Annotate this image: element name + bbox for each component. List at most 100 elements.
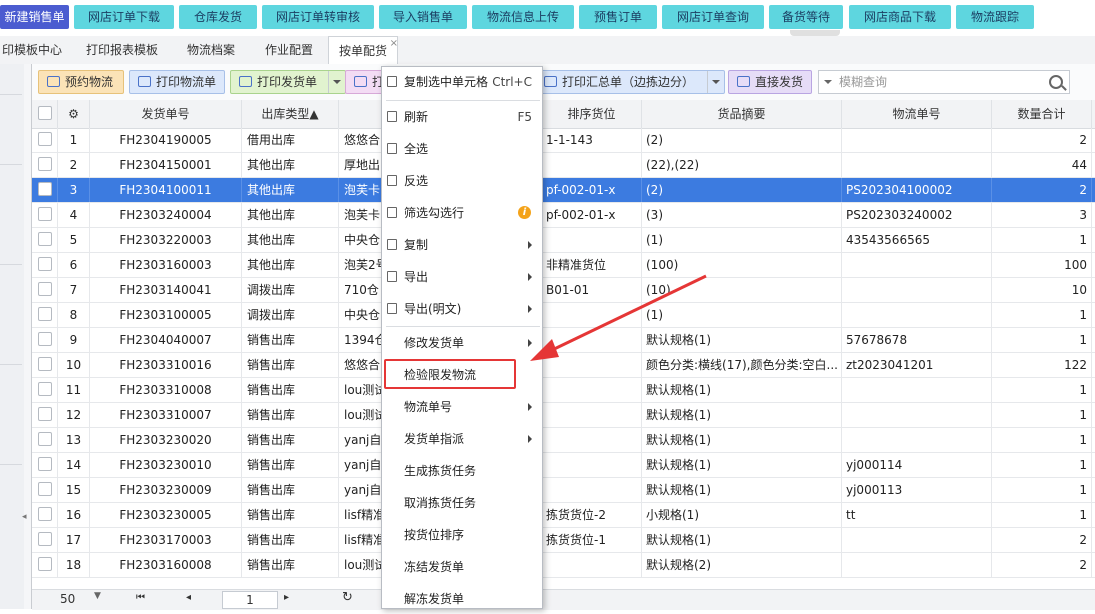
tab[interactable]: 按单配货 × — [328, 36, 398, 65]
menu-item[interactable]: 复制 — [382, 230, 542, 260]
row-checkbox[interactable] — [37, 332, 52, 346]
table-row[interactable]: 10 FH2303310016 销售出库 悠悠合 颜色分类:横线(17),颜色分类:空白… — [32, 353, 1095, 378]
table-row[interactable]: 17 FH2303170003 销售出库 lisf精准 拣货货位-1 默认规格(1) 2 — [32, 528, 1095, 553]
menu-item[interactable]: 导出(明文) — [382, 294, 542, 324]
table-row[interactable]: 12 FH2303310007 销售出库 lou测试 默认规格(1) 1 — [32, 403, 1095, 428]
current-page-input[interactable]: 1 — [222, 591, 278, 609]
column-header[interactable]: 排序货位 — [542, 100, 642, 128]
table-row[interactable]: 13 FH2303230020 销售出库 yanj自 默认规格(1) 1 — [32, 428, 1095, 453]
toolbar-button[interactable]: 网店订单下载 — [74, 5, 174, 29]
menu-item[interactable]: 导出 — [382, 262, 542, 292]
row-checkbox[interactable] — [37, 432, 52, 446]
row-checkbox[interactable] — [37, 557, 52, 571]
toolbar-button[interactable]: 备货等待 — [769, 5, 843, 29]
table-row[interactable]: 6 FH2303160003 其他出库 泡芙2号 非精准货位 (100) 100 — [32, 253, 1095, 278]
table-row[interactable]: 3 FH2304100011 其他出库 泡芙卡 pf-002-01-x (2) PS2023… — [32, 178, 1095, 203]
table-row[interactable]: 7 FH2303140041 调拨出库 710仓 B01-01 (10) 10 — [32, 278, 1095, 303]
row-checkbox[interactable] — [37, 407, 52, 421]
action-button[interactable]: 直接发货 — [728, 70, 812, 94]
row-checkbox[interactable] — [37, 232, 52, 246]
action-button[interactable]: 打 — [345, 70, 385, 94]
table-row[interactable]: 15 FH2303230009 销售出库 yanj自 默认规格(1) yj000113 1 — [32, 478, 1095, 503]
toolbar-button[interactable]: 物流跟踪 — [956, 5, 1034, 29]
table-row[interactable]: 11 FH2303310008 销售出库 lou测试 默认规格(1) 1 — [32, 378, 1095, 403]
menu-item[interactable]: 冻结发货单 — [382, 552, 542, 582]
chevron-down-icon[interactable] — [707, 71, 724, 93]
menu-item[interactable]: 刷新 F5 — [382, 102, 542, 132]
tab[interactable]: 物流档案 — [180, 36, 242, 64]
row-checkbox[interactable] — [37, 207, 52, 221]
refresh-icon[interactable]: ↻ — [342, 590, 353, 605]
table-row[interactable]: 1 FH2304190005 借用出库 悠悠合 1-1-143 (2) 2 — [32, 128, 1095, 153]
menu-item[interactable]: 生成拣货任务 — [382, 456, 542, 486]
action-button[interactable]: 打印物流单 — [129, 70, 225, 94]
search-mode-dropdown[interactable] — [819, 71, 837, 93]
menu-item[interactable]: 按货位排序 — [382, 520, 542, 550]
column-header[interactable]: ⚙ — [58, 100, 90, 128]
column-header[interactable] — [32, 100, 58, 128]
table-row[interactable]: 5 FH2303220003 其他出库 中央仓 (1) 43543566565 1 — [32, 228, 1095, 253]
search-icon[interactable] — [1049, 75, 1063, 89]
table-row[interactable]: 9 FH2304040007 销售出库 1394仓 默认规格(1) 57678678 1 — [32, 328, 1095, 353]
close-icon[interactable]: × — [390, 39, 398, 49]
row-checkbox[interactable] — [37, 282, 52, 296]
row-checkbox[interactable] — [37, 357, 52, 371]
search-input[interactable] — [839, 73, 1039, 91]
menu-item[interactable]: 物流单号 — [382, 392, 542, 422]
toolbar-button[interactable]: 网店商品下载 — [849, 5, 951, 29]
toolbar-button[interactable]: 预售订单 — [579, 5, 657, 29]
menu-item[interactable]: 筛选勾选行 i — [382, 198, 542, 228]
row-checkbox[interactable] — [37, 157, 52, 171]
menu-item[interactable]: 复制选中单元格 Ctrl+C — [382, 67, 542, 97]
search-box[interactable] — [818, 70, 1070, 94]
table-row[interactable]: 8 FH2303100005 调拨出库 中央仓 (1) 1 — [32, 303, 1095, 328]
table-cell: 1 — [992, 428, 1092, 452]
page-size-select[interactable]: 50 — [60, 592, 75, 606]
chevron-down-icon[interactable]: ⌄ — [742, 114, 750, 124]
prev-page-icon[interactable]: ◂ — [186, 592, 191, 603]
chevron-down-icon[interactable]: ▼ — [94, 591, 101, 601]
next-page-icon[interactable]: ▸ — [284, 592, 289, 603]
row-checkbox[interactable] — [37, 132, 52, 146]
toolbar-button[interactable]: 仓库发货 — [179, 5, 257, 29]
menu-item[interactable]: 反选 — [382, 166, 542, 196]
row-checkbox[interactable] — [37, 182, 52, 196]
toolbar-button[interactable]: 导入销售单 — [379, 5, 467, 29]
menu-item[interactable]: 取消拣货任务 — [382, 488, 542, 518]
collapse-left-icon[interactable]: ◂ — [22, 512, 27, 522]
row-checkbox[interactable] — [37, 532, 52, 546]
menu-item[interactable]: 全选 — [382, 134, 542, 164]
menu-item[interactable]: 解冻发货单 — [382, 584, 542, 614]
column-header[interactable]: 物流单号 — [842, 100, 992, 128]
toolbar-button[interactable]: 网店订单查询 — [662, 5, 764, 29]
row-checkbox[interactable] — [37, 382, 52, 396]
row-checkbox[interactable] — [37, 457, 52, 471]
column-header[interactable]: 发货单号 — [90, 100, 242, 128]
action-button[interactable]: 预约物流 — [38, 70, 124, 94]
tab[interactable]: 打印报表模板 — [80, 36, 164, 64]
table-row[interactable]: 18 FH2303160008 销售出库 lou测试 默认规格(2) 2 — [32, 553, 1095, 578]
tab[interactable]: 作业配置 — [258, 36, 320, 64]
row-checkbox[interactable] — [37, 507, 52, 521]
toolbar-button[interactable]: 网店订单转审核 — [262, 5, 374, 29]
chevron-down-icon[interactable] — [328, 71, 345, 93]
menu-item[interactable]: 发货单指派 — [382, 424, 542, 454]
action-button[interactable]: 打印发货单 — [230, 70, 346, 94]
toolbar-button[interactable]: 物流信息上传 — [472, 5, 574, 29]
table-row[interactable]: 2 FH2304150001 其他出库 厚地出 (22),(22) 44 — [32, 153, 1095, 178]
row-checkbox[interactable] — [37, 482, 52, 496]
column-header[interactable]: 货品摘要 ⌄ — [642, 100, 842, 128]
column-header[interactable]: 出库类型▲ — [242, 100, 339, 128]
toolbar-button[interactable]: 新建销售单 — [0, 5, 69, 29]
table-row[interactable]: 4 FH2303240004 其他出库 泡芙卡 pf-002-01-x (3) PS2023… — [32, 203, 1095, 228]
row-checkbox[interactable] — [37, 307, 52, 321]
table-row[interactable]: 16 FH2303230005 销售出库 lisf精准 拣货货位-2 小规格(1) tt 1 — [32, 503, 1095, 528]
column-header[interactable]: 数量合计 — [992, 100, 1092, 128]
table-row[interactable]: 14 FH2303230010 销售出库 yanj自 默认规格(1) yj000114 1 — [32, 453, 1095, 478]
row-checkbox[interactable] — [37, 257, 52, 271]
action-button[interactable]: 打印汇总单（边拣边分） — [535, 70, 725, 94]
select-all-checkbox[interactable] — [37, 106, 52, 120]
menu-item[interactable]: 修改发货单 — [382, 328, 542, 358]
first-page-icon[interactable]: ⏮ — [136, 592, 145, 603]
tab[interactable]: 印模板中心 — [0, 36, 64, 64]
